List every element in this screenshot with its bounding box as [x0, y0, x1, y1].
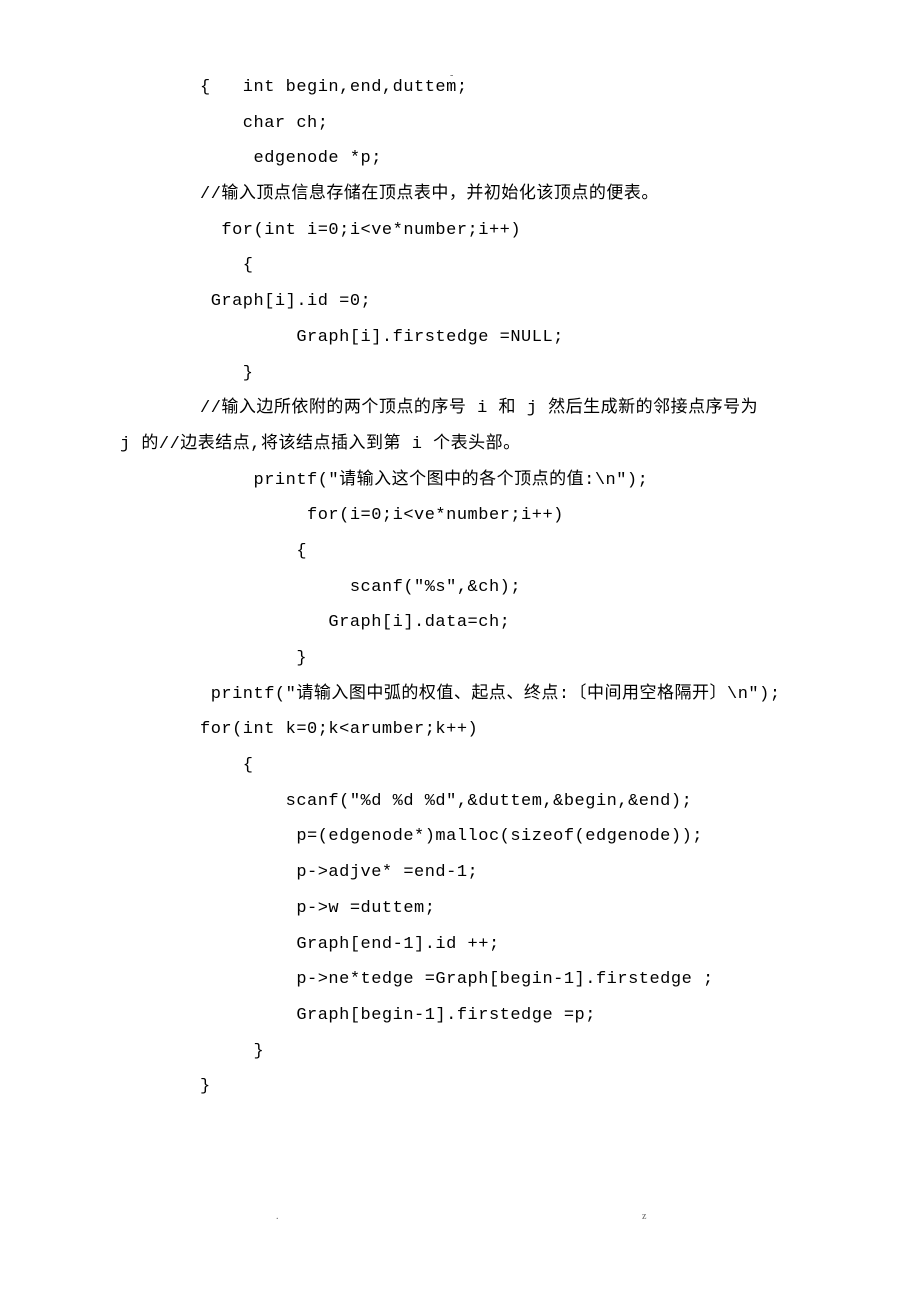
code-line: { — [120, 534, 800, 570]
code-line: } — [120, 356, 800, 392]
code-line: printf("请输入这个图中的各个顶点的值:\n"); — [120, 463, 800, 499]
code-line: Graph[i].firstedge =NULL; — [120, 320, 800, 356]
code-line: scanf("%d %d %d",&duttem,&begin,&end); — [120, 784, 800, 820]
code-line: { — [120, 748, 800, 784]
code-line: p=(edgenode*)malloc(sizeof(edgenode)); — [120, 819, 800, 855]
code-line: p->adjve* =end-1; — [120, 855, 800, 891]
code-line: edgenode *p; — [120, 141, 800, 177]
code-line: //输入边所依附的两个顶点的序号 i 和 j 然后生成新的邻接点序号为 — [120, 391, 800, 427]
code-line: Graph[end-1].id ++; — [120, 927, 800, 963]
code-line: p->ne*tedge =Graph[begin-1].firstedge ; — [120, 962, 800, 998]
code-line: Graph[i].id =0; — [120, 284, 800, 320]
footer-mark-right: z — [642, 1211, 646, 1222]
code-line: //输入顶点信息存储在顶点表中，并初始化该顶点的便表。 — [120, 177, 800, 213]
code-line: { int begin,end,duttem; — [120, 70, 800, 106]
code-line: { — [120, 248, 800, 284]
code-line: } — [120, 1034, 800, 1070]
header-mark: - — [450, 70, 453, 81]
footer-mark-left: . — [276, 1211, 279, 1222]
code-line: } — [120, 1069, 800, 1105]
code-line: j 的//边表结点,将该结点插入到第 i 个表头部。 — [120, 427, 800, 463]
code-line: Graph[i].data=ch; — [120, 605, 800, 641]
code-line: Graph[begin-1].firstedge =p; — [120, 998, 800, 1034]
code-line: } — [120, 641, 800, 677]
code-line: for(int k=0;k<arumber;k++) — [120, 712, 800, 748]
code-line: printf("请输入图中弧的权值、起点、终点:〔中间用空格隔开〕\n"); — [120, 677, 800, 713]
document-page: { int begin,end,duttem; char ch; edgenod… — [0, 0, 920, 1165]
code-line: scanf("%s",&ch); — [120, 570, 800, 606]
code-line: p->w =duttem; — [120, 891, 800, 927]
code-line: char ch; — [120, 106, 800, 142]
code-line: for(i=0;i<ve*number;i++) — [120, 498, 800, 534]
code-line: for(int i=0;i<ve*number;i++) — [120, 213, 800, 249]
